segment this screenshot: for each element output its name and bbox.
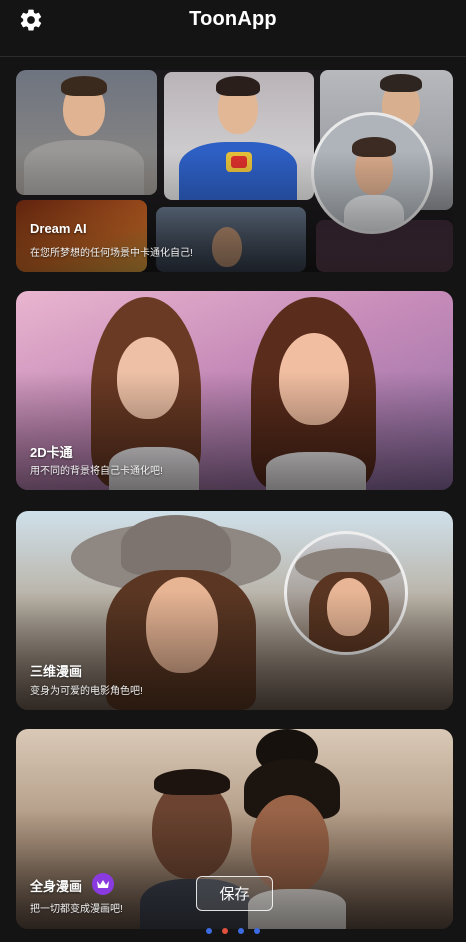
card-title: 全身漫画 bbox=[30, 879, 83, 894]
card-dream-ai[interactable]: Dream AI 在您所梦想的任何场景中卡通化自己! bbox=[16, 70, 453, 272]
card-title: Dream AI bbox=[30, 221, 87, 236]
card-subtitle: 在您所梦想的任何场景中卡通化自己! bbox=[30, 248, 193, 259]
app-title: ToonApp bbox=[189, 8, 277, 30]
card-title: 2D卡通 bbox=[30, 445, 73, 460]
pager-dot[interactable] bbox=[206, 928, 212, 934]
card-subtitle: 用不同的背景将自己卡通化吧! bbox=[30, 466, 163, 477]
pager-dot-active[interactable] bbox=[222, 928, 228, 934]
top-bar: ToonApp bbox=[0, 0, 466, 44]
card-subtitle: 变身为可爱的电影角色吧! bbox=[30, 686, 143, 697]
pager-dots bbox=[0, 928, 466, 934]
card-3d-cartoon[interactable]: 三维漫画 变身为可爱的电影角色吧! bbox=[16, 511, 453, 710]
card-2d-cartoon[interactable]: 2D卡通 用不同的背景将自己卡通化吧! bbox=[16, 291, 453, 490]
header-divider bbox=[0, 56, 466, 57]
save-button[interactable]: 保存 bbox=[196, 876, 273, 911]
crown-icon bbox=[92, 873, 114, 895]
card-subtitle: 把一切都变成漫画吧! bbox=[30, 904, 123, 915]
card-title: 三维漫画 bbox=[30, 664, 83, 679]
pager-dot[interactable] bbox=[254, 928, 260, 934]
pager-dot[interactable] bbox=[238, 928, 244, 934]
